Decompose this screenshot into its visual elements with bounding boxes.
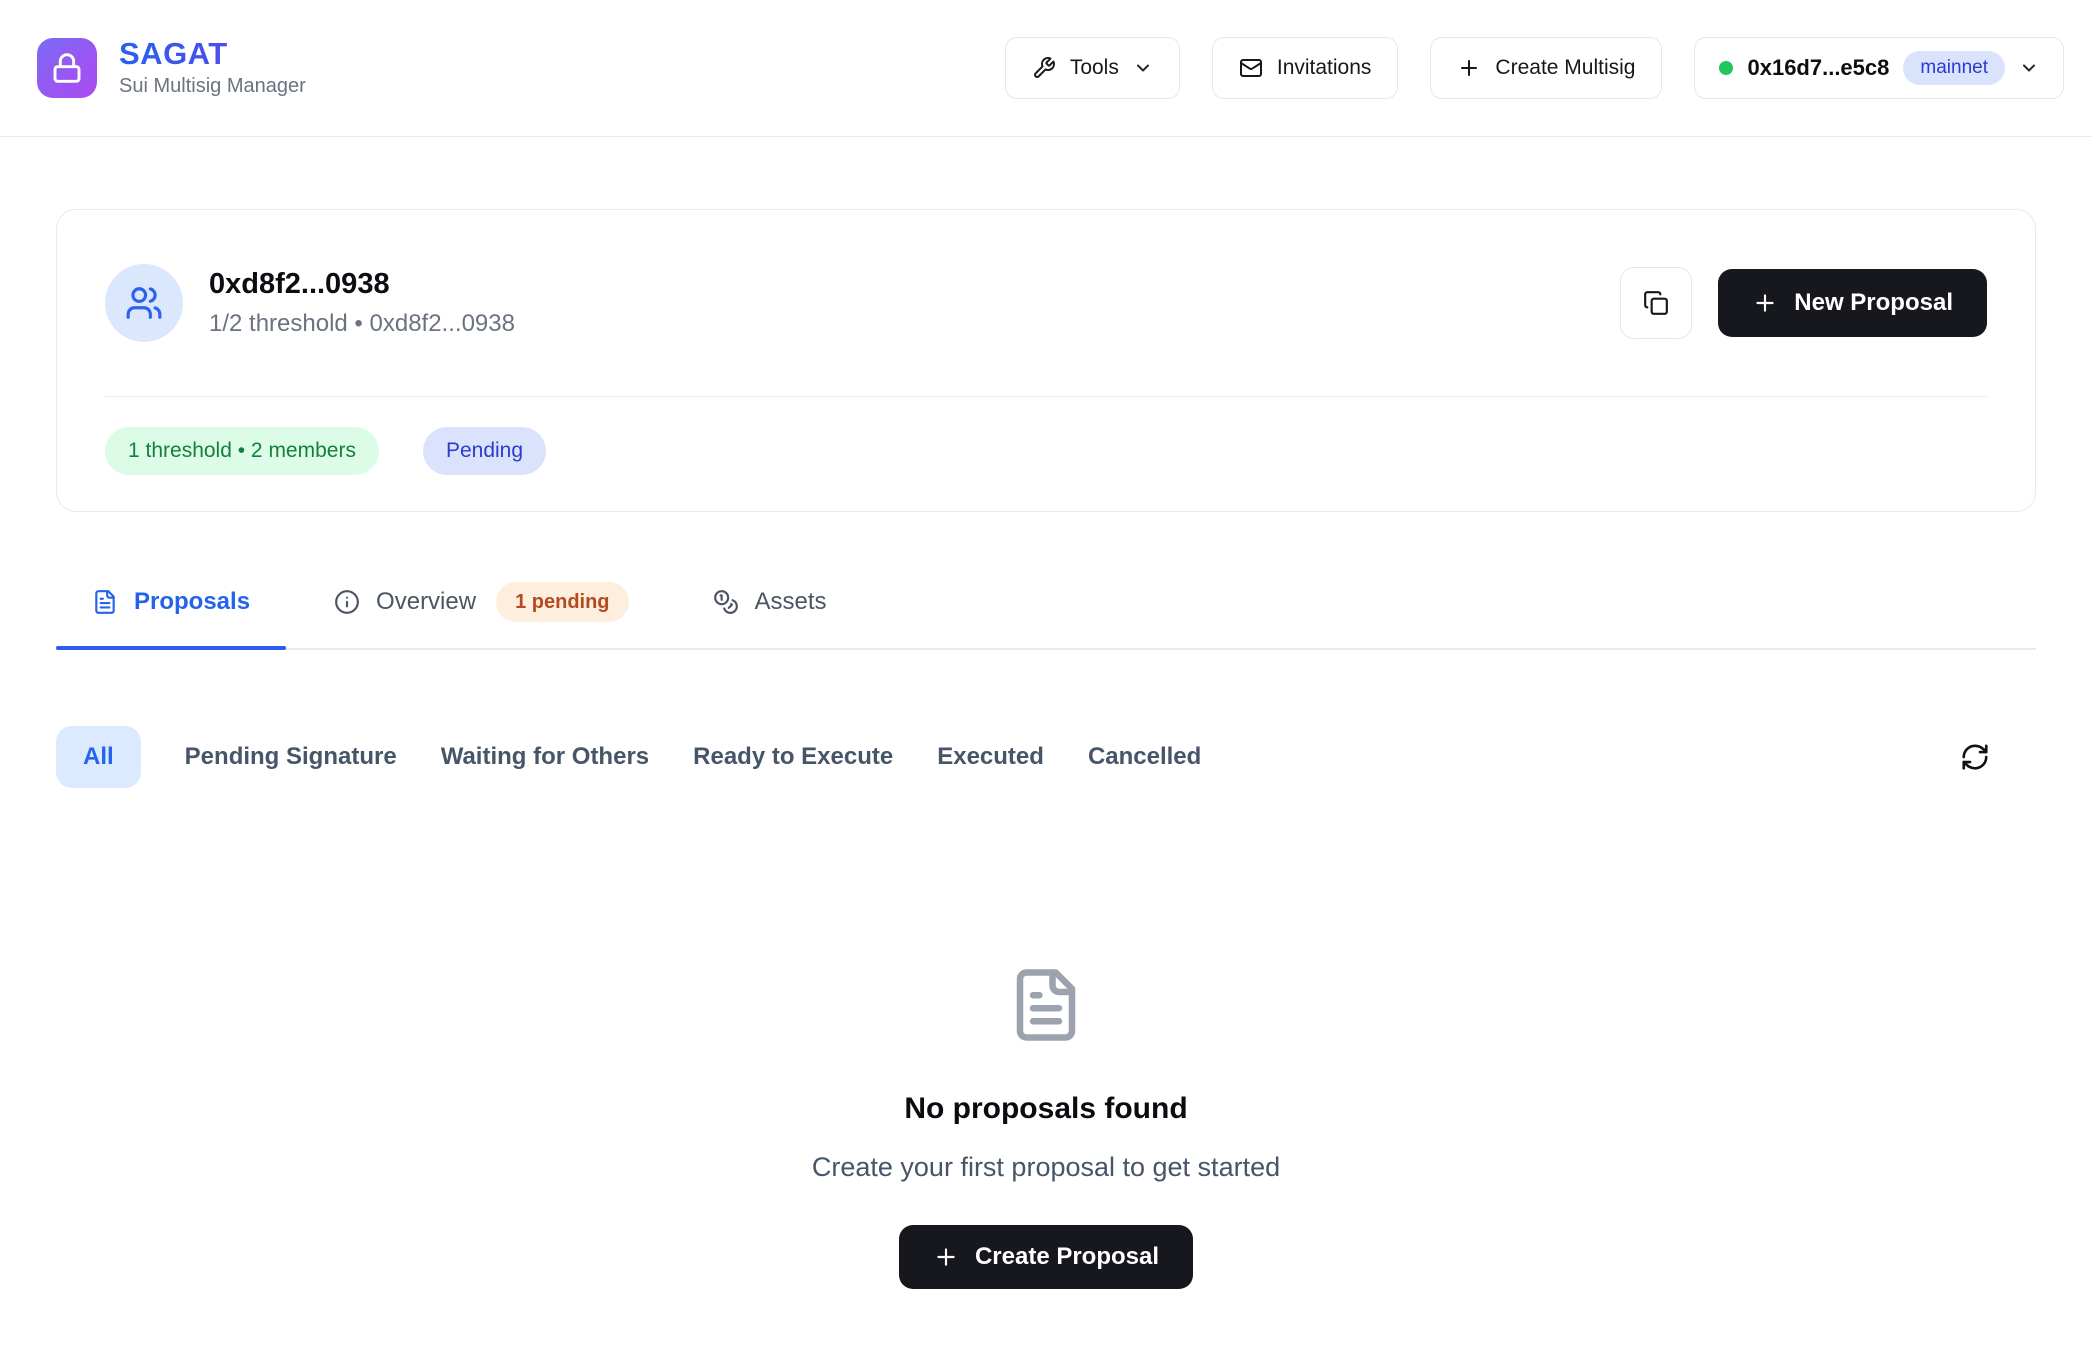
- multisig-badges-row: 1 threshold • 2 members Pending: [57, 397, 2035, 511]
- pending-count-badge: 1 pending: [496, 582, 628, 622]
- tab-bar: Proposals Overview 1 pending Assets: [56, 564, 2036, 650]
- file-text-icon: [1007, 966, 1085, 1044]
- filter-waiting-for-others[interactable]: Waiting for Others: [441, 743, 649, 771]
- tools-button[interactable]: Tools: [1005, 37, 1180, 99]
- refresh-icon: [1960, 742, 1990, 772]
- invitations-button[interactable]: Invitations: [1212, 37, 1399, 99]
- tab-overview[interactable]: Overview 1 pending: [298, 564, 664, 648]
- plus-icon: [1457, 56, 1481, 80]
- connection-status-dot: [1719, 61, 1733, 75]
- main-content: 0xd8f2...0938 1/2 threshold • 0xd8f2...0…: [56, 209, 2036, 1289]
- create-multisig-label: Create Multisig: [1495, 56, 1635, 80]
- multisig-card: 0xd8f2...0938 1/2 threshold • 0xd8f2...0…: [56, 209, 2036, 512]
- create-proposal-label: Create Proposal: [975, 1243, 1159, 1271]
- empty-state-subtitle: Create your first proposal to get starte…: [812, 1152, 1280, 1183]
- tools-label: Tools: [1070, 56, 1119, 80]
- multisig-subtitle: 1/2 threshold • 0xd8f2...0938: [209, 310, 515, 338]
- mail-icon: [1239, 56, 1263, 80]
- tab-proposals-label: Proposals: [134, 588, 250, 616]
- app-title: SAGAT: [119, 38, 306, 71]
- create-proposal-button[interactable]: Create Proposal: [899, 1225, 1193, 1289]
- filter-cancelled[interactable]: Cancelled: [1088, 743, 1201, 771]
- copy-icon: [1643, 290, 1669, 316]
- filter-all[interactable]: All: [56, 726, 141, 788]
- chevron-down-icon: [1133, 58, 1153, 78]
- multisig-titles: 0xd8f2...0938 1/2 threshold • 0xd8f2...0…: [209, 268, 515, 338]
- empty-state-title: No proposals found: [904, 1092, 1187, 1126]
- users-icon: [125, 284, 163, 322]
- plus-icon: [1752, 290, 1778, 316]
- empty-state: No proposals found Create your first pro…: [56, 966, 2036, 1289]
- filter-pending-signature[interactable]: Pending Signature: [185, 743, 397, 771]
- tab-proposals[interactable]: Proposals: [56, 564, 286, 648]
- tab-assets-label: Assets: [755, 588, 827, 616]
- new-proposal-button[interactable]: New Proposal: [1718, 269, 1987, 337]
- multisig-avatar: [105, 264, 183, 342]
- create-multisig-button[interactable]: Create Multisig: [1430, 37, 1662, 99]
- wrench-icon: [1032, 56, 1056, 80]
- filter-executed[interactable]: Executed: [937, 743, 1044, 771]
- multisig-card-header: 0xd8f2...0938 1/2 threshold • 0xd8f2...0…: [57, 210, 2035, 396]
- members-badge: 1 threshold • 2 members: [105, 427, 379, 475]
- app-header: SAGAT Sui Multisig Manager Tools Invitat…: [0, 0, 2092, 137]
- wallet-address: 0x16d7...e5c8: [1747, 55, 1889, 81]
- info-icon: [334, 589, 360, 615]
- file-text-icon: [92, 589, 118, 615]
- multisig-title: 0xd8f2...0938: [209, 268, 515, 301]
- coins-icon: [713, 589, 739, 615]
- network-badge: mainnet: [1903, 51, 2005, 85]
- brand-text: SAGAT Sui Multisig Manager: [119, 38, 306, 98]
- proposal-filters: All Pending Signature Waiting for Others…: [56, 726, 2036, 788]
- multisig-card-actions: New Proposal: [1620, 267, 1987, 339]
- tab-overview-label: Overview: [376, 588, 476, 616]
- lock-icon: [51, 52, 83, 84]
- filter-ready-to-execute[interactable]: Ready to Execute: [693, 743, 893, 771]
- app-subtitle: Sui Multisig Manager: [119, 75, 306, 98]
- plus-icon: [933, 1244, 959, 1270]
- header-actions: Tools Invitations Create Multisig 0x16d7…: [1005, 37, 2064, 99]
- copy-address-button[interactable]: [1620, 267, 1692, 339]
- brand: SAGAT Sui Multisig Manager: [37, 38, 306, 98]
- invitations-label: Invitations: [1277, 56, 1372, 80]
- tab-assets[interactable]: Assets: [677, 564, 863, 648]
- new-proposal-label: New Proposal: [1794, 289, 1953, 317]
- multisig-identity: 0xd8f2...0938 1/2 threshold • 0xd8f2...0…: [105, 264, 515, 342]
- status-badge: Pending: [423, 427, 546, 475]
- refresh-button[interactable]: [1960, 742, 1990, 772]
- app-logo: [37, 38, 97, 98]
- wallet-button[interactable]: 0x16d7...e5c8 mainnet: [1694, 37, 2064, 99]
- chevron-down-icon: [2019, 58, 2039, 78]
